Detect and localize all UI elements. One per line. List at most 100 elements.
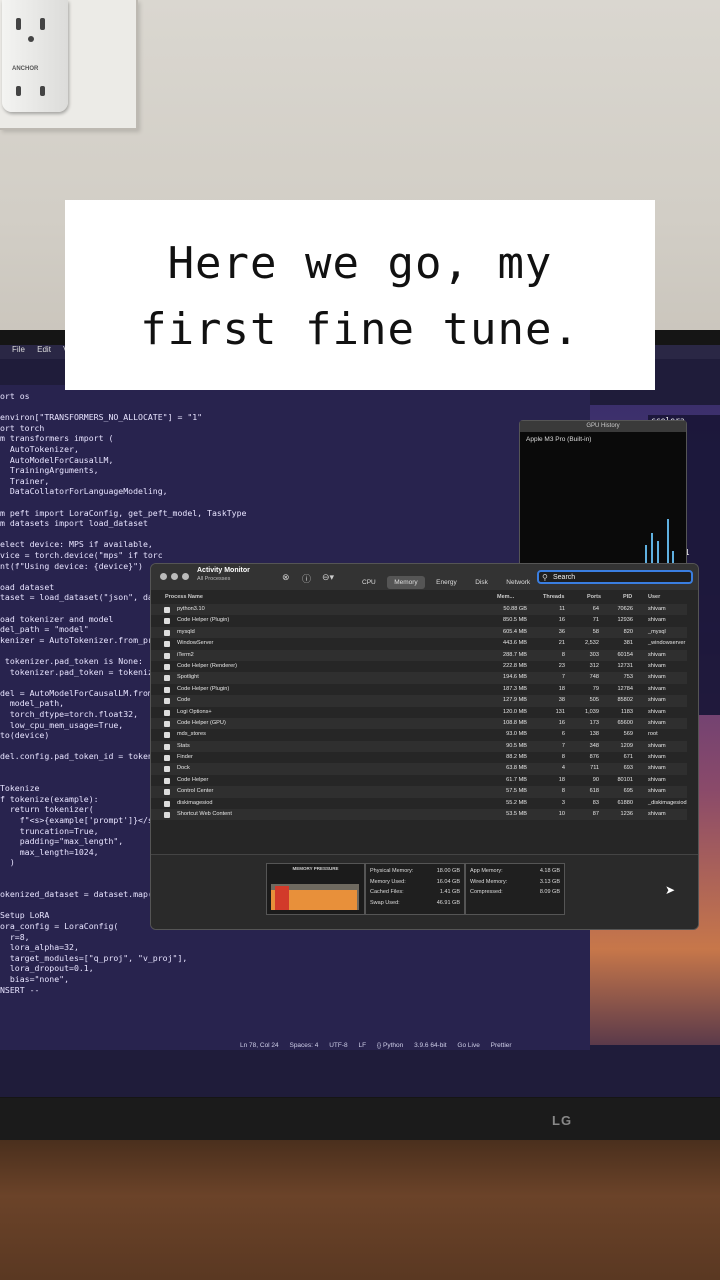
status-indent[interactable]: Spaces: 4 <box>289 1042 318 1049</box>
table-row[interactable]: Code Helper 61.7 MB 18 90 80101 shivam <box>151 775 687 786</box>
column-user[interactable]: User <box>648 594 660 600</box>
cell-pid: 60154 <box>617 651 633 658</box>
memory-stat-label: Physical Memory: <box>370 868 414 874</box>
table-row[interactable]: Code 127.9 MB 38 505 85802 shivam <box>151 695 687 707</box>
code-line: environ["TRANSFORMERS_NO_ALLOCATE"] = "1… <box>0 412 203 423</box>
tab-cpu[interactable]: CPU <box>355 576 383 589</box>
table-row[interactable]: python3.10 50.88 GB 11 64 70626 shivam <box>151 604 687 616</box>
memory-stat-label: Cached Files: <box>370 889 404 895</box>
menu-file[interactable]: File <box>12 345 25 354</box>
table-row[interactable]: mysqld 605.4 MB 36 58 820 _mysql <box>151 626 687 639</box>
info-icon[interactable]: ⓘ <box>302 572 311 585</box>
menu-edit[interactable]: Edit <box>37 345 51 354</box>
cell-name: WindowServer <box>177 640 214 647</box>
am-column-headers: Process Name Mem... Threads Ports PID Us… <box>151 592 698 602</box>
table-row[interactable]: WindowServer 443.6 MB 21 2,532 381 _windowser… <box>151 638 687 649</box>
table-row[interactable]: Spotlight 194.6 MB 7 748 753 shivam <box>151 672 687 684</box>
memory-stat-value: 8.09 GB <box>539 889 560 895</box>
cell-name: Code Helper (Plugin) <box>177 685 230 692</box>
table-row[interactable]: iTerm2 288.7 MB 8 303 60154 shivam <box>151 649 687 661</box>
cell-mem: 63.8 MB <box>506 765 527 772</box>
status-language[interactable]: {} Python <box>377 1042 403 1049</box>
more-actions-icon[interactable]: ⊖▾ <box>322 572 334 583</box>
status-line-ending[interactable]: LF <box>358 1042 366 1049</box>
cell-pid: 1209 <box>620 742 633 749</box>
table-row[interactable]: Code Helper (GPU) 108.8 MB 16 173 65600 shiva… <box>151 717 687 730</box>
process-icon <box>164 686 170 693</box>
status-prettier[interactable]: Prettier <box>491 1042 512 1049</box>
code-line: kenizer = AutoTokenizer.from_pret <box>0 634 163 645</box>
cell-mem: 222.8 MB <box>503 662 527 669</box>
mouse-cursor-icon: ➤ <box>665 883 676 897</box>
cell-mem: 93.0 MB <box>506 731 527 738</box>
table-row[interactable]: Dock 63.8 MB 4 711 693 shivam <box>151 763 687 775</box>
search-placeholder: Search <box>553 574 576 581</box>
status-cursor-position[interactable]: Ln 78, Col 24 <box>240 1042 279 1049</box>
table-row[interactable]: Stats 90.5 MB 7 348 1209 shivam <box>151 740 687 753</box>
tab-disk[interactable]: Disk <box>468 576 495 589</box>
cell-user: shivam <box>648 674 666 681</box>
memory-stat: Swap Used: 46.91 GB <box>370 900 460 906</box>
table-row[interactable]: Code Helper (Renderer) 222.8 MB 23 312 12731… <box>151 661 687 672</box>
code-line: tokenizer.pad_token is None: <box>0 656 143 666</box>
table-row[interactable]: mds_stores 93.0 MB 6 138 569 root <box>151 729 687 740</box>
cell-mem: 53.5 MB <box>506 811 527 818</box>
memory-stat: Memory Used: 16.04 GB <box>370 879 460 885</box>
code-line: taset = load_dataset("json", data <box>0 592 163 603</box>
column-ports[interactable]: Ports <box>587 594 601 600</box>
stop-process-icon[interactable]: ⊗ <box>282 572 290 583</box>
column-memory[interactable]: Mem... <box>497 594 514 600</box>
cell-threads: 8 <box>561 651 565 658</box>
cell-threads: 7 <box>561 742 565 749</box>
cell-threads: 16 <box>558 617 565 624</box>
table-row[interactable]: Control Center 57.5 MB 8 618 695 shivam <box>151 786 687 798</box>
tab-memory[interactable]: Memory <box>387 576 425 589</box>
column-threads[interactable]: Threads <box>543 594 564 600</box>
cell-user: shivam <box>648 754 666 761</box>
cell-threads: 10 <box>558 811 565 818</box>
am-tabs: CPU Memory Energy Disk Network <box>355 571 537 589</box>
status-go-live[interactable]: Go Live <box>457 1042 479 1049</box>
memory-stat: App Memory: 4.18 GB <box>470 868 560 874</box>
gpu-bar <box>651 533 653 563</box>
cell-user: _diskimagesiod <box>648 799 687 806</box>
process-icon <box>164 663 170 670</box>
process-icon <box>164 629 170 636</box>
cell-name: Code <box>177 697 191 704</box>
cell-threads: 8 <box>561 788 565 795</box>
column-pid[interactable]: PID <box>623 594 632 600</box>
cell-name: Code Helper <box>177 776 209 783</box>
table-row[interactable]: Code Helper (Plugin) 187.3 MB 18 79 12784 shi… <box>151 684 687 695</box>
memory-stat: Wired Memory: 3.13 GB <box>470 879 560 885</box>
gpu-bar <box>672 551 674 563</box>
gpu-history-window: GPU History Apple M3 Pro (Built-in) <box>519 420 687 568</box>
table-row[interactable]: Logi Options+ 120.0 MB 131 1,039 1183 shivam <box>151 707 687 718</box>
process-icon <box>164 800 170 807</box>
cell-name: Spotlight <box>177 674 199 681</box>
table-row[interactable]: diskimagesiod 55.2 MB 3 83 61880 _diskimagesi… <box>151 798 687 809</box>
cell-pid: 753 <box>623 674 633 681</box>
table-row[interactable]: Code Helper (Plugin) 850.5 MB 16 71 12936 shi… <box>151 615 687 626</box>
process-icon <box>164 720 170 727</box>
code-line: padding="max_length", <box>0 836 124 847</box>
cell-user: shivam <box>648 811 666 818</box>
cell-threads: 6 <box>561 731 565 738</box>
table-row[interactable]: Finder 88.2 MB 8 876 671 shivam <box>151 752 687 763</box>
cell-mem: 55.2 MB <box>506 799 527 806</box>
socket-pin <box>28 36 34 42</box>
minimize-button[interactable] <box>171 573 178 580</box>
search-input[interactable]: ⚲ Search <box>537 570 693 584</box>
close-button[interactable] <box>160 573 167 580</box>
cell-mem: 850.5 MB <box>503 617 527 624</box>
tab-energy[interactable]: Energy <box>429 576 464 589</box>
zoom-button[interactable] <box>182 573 189 580</box>
table-row[interactable]: Shortcut Web Content 53.5 MB 10 87 1236 shiva… <box>151 809 687 821</box>
tab-network[interactable]: Network <box>499 576 537 589</box>
status-interpreter[interactable]: 3.9.6 64-bit <box>414 1042 447 1049</box>
process-icon <box>164 777 170 784</box>
status-encoding[interactable]: UTF-8 <box>329 1042 347 1049</box>
column-process-name[interactable]: Process Name <box>165 594 203 600</box>
memory-stat-value: 4.18 GB <box>539 868 560 874</box>
memory-pressure-label: MEMORY PRESSURE <box>292 866 339 871</box>
cell-user: _mysql <box>648 628 666 635</box>
